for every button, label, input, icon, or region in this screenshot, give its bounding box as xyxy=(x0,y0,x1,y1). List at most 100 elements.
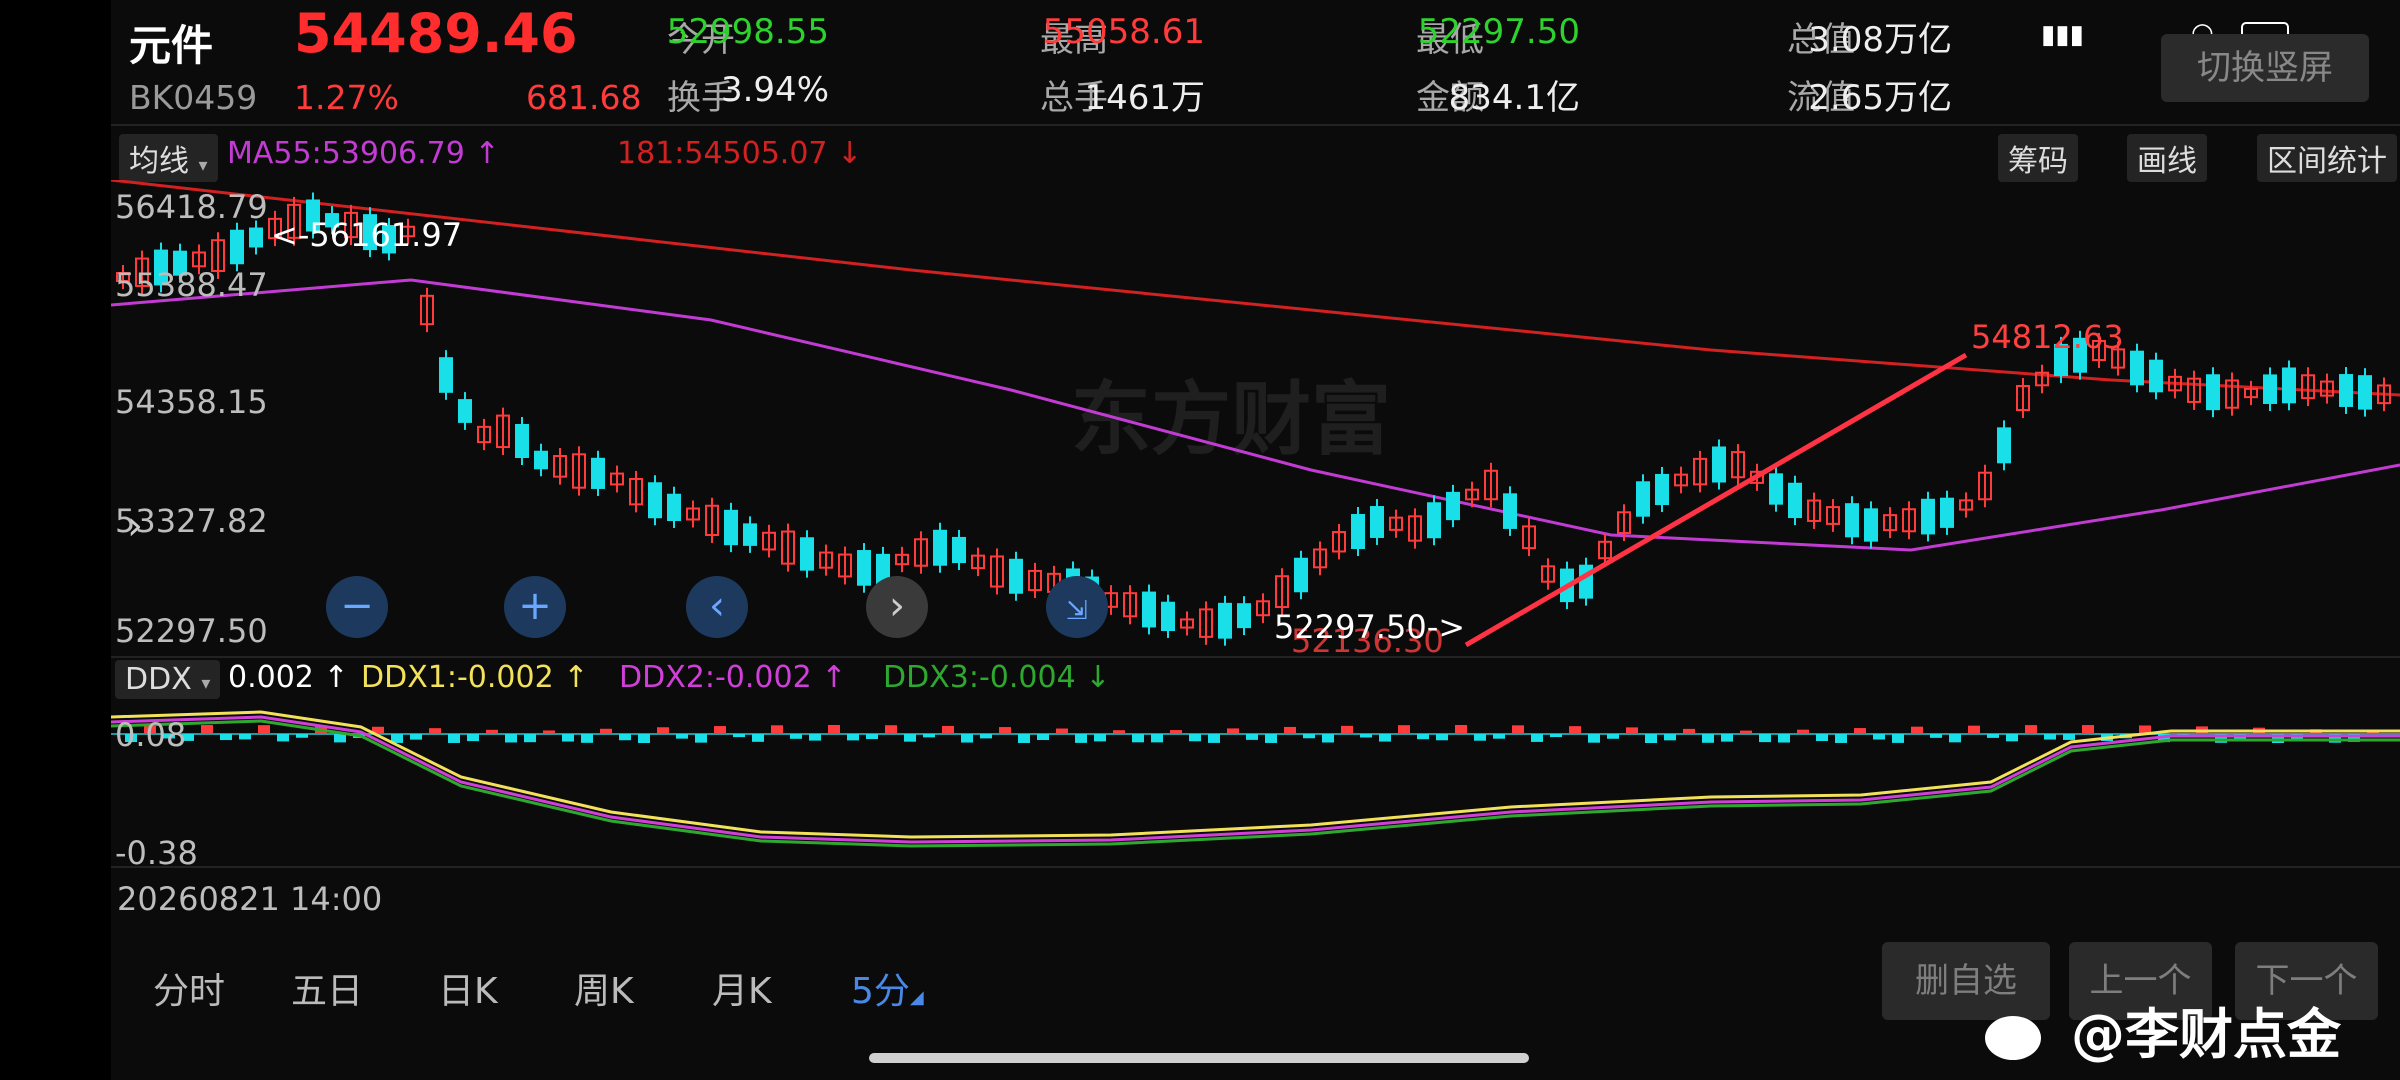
draw-line-button[interactable]: 画线 xyxy=(2127,134,2207,182)
tab-daily[interactable]: 日K xyxy=(438,962,498,1014)
candle xyxy=(667,493,681,522)
ddx-bar xyxy=(1778,734,1790,743)
ddx-bar xyxy=(733,734,745,738)
chevron-right-icon: › xyxy=(889,583,905,629)
scroll-left-button[interactable]: ‹ xyxy=(686,576,748,638)
ddx-bar xyxy=(1512,725,1524,734)
candle xyxy=(724,509,738,546)
ma181-value: 181:54505.07 ↓ xyxy=(617,136,863,171)
candle xyxy=(2130,350,2144,386)
home-indicator[interactable] xyxy=(869,1053,1529,1063)
ddx-bar xyxy=(1873,734,1885,740)
quote-value: 834.1亿 xyxy=(1448,78,1580,118)
ddx-bar xyxy=(657,727,669,734)
high-marker: <-56161.97 xyxy=(271,216,463,254)
minus-icon: − xyxy=(340,583,374,629)
ddx-bar xyxy=(1892,734,1904,743)
ma-selector-button[interactable]: 均线 ▾ xyxy=(119,134,218,182)
cursor-datetime: 20260821 14:00 xyxy=(117,880,383,918)
ddx-bar xyxy=(1968,725,1980,734)
ddx-bar xyxy=(866,734,878,740)
weibo-handle: @李财点金 xyxy=(2071,1003,2341,1066)
ddx1-line xyxy=(111,710,2400,839)
ddx-bar xyxy=(752,734,764,742)
candle xyxy=(515,423,529,459)
range-stats-button[interactable]: 区间统计 xyxy=(2257,134,2397,182)
candle xyxy=(1940,497,1954,528)
ddx-bar xyxy=(2082,725,2094,734)
right-high-marker: 54812.63 xyxy=(1971,318,2124,356)
candle xyxy=(2149,359,2163,393)
candle xyxy=(1712,446,1726,483)
ddx-bar xyxy=(562,734,574,742)
candle xyxy=(1503,493,1517,529)
ddx-bar xyxy=(1455,725,1467,734)
ddx-bar xyxy=(1493,734,1505,739)
ddx-bar xyxy=(1550,734,1562,738)
y-label-2: 54358.15 xyxy=(115,383,268,421)
tab-five-day[interactable]: 五日 xyxy=(291,962,363,1014)
tab-5min-label: 5分 xyxy=(851,971,910,1012)
zoom-in-button[interactable]: + xyxy=(504,576,566,638)
ddx-bar xyxy=(429,728,441,734)
ddx-bar xyxy=(600,728,612,734)
candle xyxy=(2339,374,2353,407)
candle xyxy=(534,450,548,470)
ddx-bar xyxy=(2006,734,2018,742)
ddx-bar xyxy=(1797,729,1809,734)
ddx-bar xyxy=(828,725,840,734)
ddx-bar xyxy=(1835,734,1847,743)
ddx-bar xyxy=(1949,734,1961,743)
ddx-bar xyxy=(334,734,346,743)
chip-button[interactable]: 筹码 xyxy=(1998,134,2078,182)
quote-value: 1461万 xyxy=(1084,78,1205,118)
candle xyxy=(2358,375,2372,410)
low-marker: 52297.50-> xyxy=(1274,608,1466,646)
ddx-bar xyxy=(1436,734,1448,741)
y-label-0: 56418.79 xyxy=(115,188,268,226)
ddx-chart[interactable] xyxy=(111,690,2400,865)
tab-weekly[interactable]: 周K xyxy=(574,962,634,1014)
divider xyxy=(111,656,2400,658)
quote-value: 3.08万亿 xyxy=(1808,20,1952,60)
stock-name: 元件 xyxy=(129,21,214,70)
expand-arrow-icon[interactable]: › xyxy=(127,503,143,549)
ddx-bar xyxy=(980,734,992,739)
switch-portrait-button[interactable]: 切换竖屏 xyxy=(2161,34,2369,102)
tab-monthly[interactable]: 月K xyxy=(712,962,772,1014)
candle xyxy=(249,227,263,248)
change-amount: 681.68 xyxy=(526,78,642,117)
signal-icon: ▮▮▮ xyxy=(2041,20,2084,50)
candle xyxy=(743,523,757,546)
collapse-button[interactable]: ⇲ xyxy=(1046,576,1108,638)
ddx-bar xyxy=(1987,734,1999,738)
collapse-icon: ⇲ xyxy=(1066,596,1088,626)
ddx-bar xyxy=(961,734,973,743)
ddx-bar xyxy=(1759,734,1771,743)
ddx-bar xyxy=(1379,734,1391,742)
quote-value: 55058.61 xyxy=(1042,12,1205,52)
ddx-bar xyxy=(2063,734,2075,740)
stock-app: 元件 54489.46 BK0459 1.27% 681.68 今开 52998.… xyxy=(111,0,2400,1080)
ddx-bar xyxy=(1721,734,1733,742)
ddx-bar xyxy=(619,734,631,741)
ddx-bar xyxy=(714,726,726,734)
ddx-bar xyxy=(220,734,232,741)
ddx-bar xyxy=(1664,734,1676,741)
ddx-bar xyxy=(1607,734,1619,739)
ddx-bar xyxy=(942,725,954,734)
ddx-bar xyxy=(448,734,460,743)
trend-line[interactable] xyxy=(1464,352,1968,648)
tab-5min[interactable]: 5分◢ xyxy=(851,962,924,1014)
quote-value: 52998.55 xyxy=(666,12,829,52)
ddx-bar xyxy=(1740,730,1752,734)
ddx-bar xyxy=(695,734,707,743)
ddx-bar xyxy=(1265,734,1277,743)
zoom-out-button[interactable]: − xyxy=(326,576,388,638)
scroll-right-button[interactable]: › xyxy=(866,576,928,638)
ddx-bar xyxy=(2025,725,2037,734)
remove-watchlist-button[interactable]: 删自选 xyxy=(1882,942,2050,1020)
ddx-bar xyxy=(1037,734,1049,741)
tab-intraday[interactable]: 分时 xyxy=(153,962,225,1014)
candle xyxy=(1218,602,1232,639)
